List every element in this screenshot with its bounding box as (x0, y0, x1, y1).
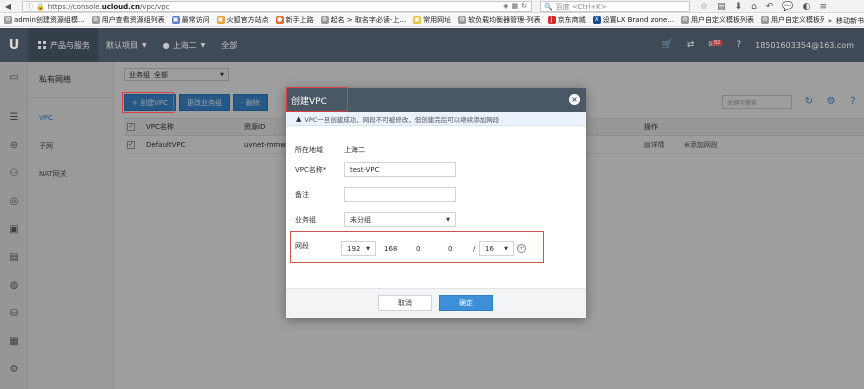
gear-icon: ⚙ (761, 16, 770, 24)
mask-select[interactable]: 16 ▼ (479, 241, 514, 256)
chevron-down-icon: ▼ (366, 245, 370, 252)
back-icon[interactable]: ◀ (3, 1, 13, 11)
bookmark-item[interactable]: J 京东商城 (547, 15, 586, 25)
bookmark-item[interactable]: X 设置LX Brand zone... (592, 15, 674, 25)
cancel-button[interactable]: 取消 (378, 295, 432, 311)
ip-octet3[interactable]: 0 (416, 245, 420, 253)
qr-icon[interactable]: ▦ (512, 2, 519, 10)
browser-search-input[interactable]: 🔍 百度 <Ctrl+K> (540, 1, 690, 12)
mask-separator: / (473, 245, 476, 253)
header-shade (0, 28, 864, 62)
bookmark-item[interactable]: ⚙ 起名 > 取名字必读-上... (320, 15, 406, 25)
info-icon[interactable]: ⓘ (26, 2, 33, 12)
chevron-right-icon: » (827, 16, 832, 25)
remark-row: 备注 (295, 187, 575, 202)
download-icon[interactable]: ⬇ (735, 2, 743, 12)
bookmark-item[interactable]: ⚙ 用户查看资源组列表 (91, 15, 165, 25)
business-group-select[interactable]: 未分组 ▼ (344, 212, 456, 227)
name-row: VPC名称* test-VPC (295, 162, 575, 177)
segment-row: 网段 (295, 242, 309, 250)
create-vpc-dialog: 创建VPC × ▲ VPC一旦创建成功，网段不可被修改，但创建完后可以继续添加网… (286, 88, 586, 318)
annotation-box-title (286, 87, 348, 112)
home-icon[interactable]: ⌂ (751, 2, 757, 12)
gear-icon: ⚙ (681, 16, 690, 24)
browser-toolbar: ◀ ⓘ 🔒 https://console.ucloud.cn/vpc/vpc … (0, 0, 864, 13)
dialog-footer: 取消 确定 (286, 288, 586, 318)
reload-icon[interactable]: ↻ (521, 2, 527, 10)
bookmark-item[interactable]: ▣ 火狐官方站点 (216, 15, 269, 25)
bookmark-item[interactable]: ▣ 最常访问 (171, 15, 210, 25)
bookmark-item[interactable]: ⚙ 软负载均衡器管理-列表 (458, 15, 541, 25)
star-icon[interactable]: ☆ (700, 2, 708, 12)
firefox-icon: ● (275, 16, 284, 24)
group-row: 业务组 未分组 ▼ (295, 212, 575, 227)
gear-icon: ⚙ (320, 16, 329, 24)
url-bar[interactable]: ⓘ 🔒 https://console.ucloud.cn/vpc/vpc ◈ … (22, 1, 532, 12)
url-text: https://console.ucloud.cn/vpc/vpc (47, 2, 170, 11)
ip-octet1-select[interactable]: 192 ▼ (341, 241, 376, 256)
folder-icon: ▣ (171, 16, 180, 24)
menu-icon[interactable]: ≡ (819, 2, 827, 12)
clipboard-icon[interactable]: ▤ (717, 2, 726, 12)
gear-icon: ⚙ (4, 16, 12, 24)
folder-icon: ▣ (216, 16, 225, 24)
bookmark-item[interactable]: ● 新手上路 (275, 15, 314, 25)
bookmark-item[interactable]: ⚙ admin创建资源组模... (4, 15, 85, 25)
confirm-button[interactable]: 确定 (439, 295, 493, 311)
region-value: 上海二 (344, 146, 365, 154)
warning-icon: ▲ (296, 114, 302, 123)
dialog-notice: ▲ VPC一旦创建成功，网段不可被修改，但创建完后可以继续添加网段 (286, 112, 586, 126)
bookmarks-bar: ⚙ admin创建资源组模... ⚙ 用户查看资源组列表 ▣ 最常访问 ▣ 火狐官方站点… (0, 14, 864, 27)
folder-icon: ▣ (413, 16, 422, 24)
annotation-box-create (122, 92, 174, 113)
search-icon: 🔍 (544, 2, 553, 11)
bookmark-item[interactable]: ⚙ 用户自定义模板列表 (681, 15, 754, 25)
ip-octet2[interactable]: 168 (384, 245, 397, 253)
chevron-down-icon: ▼ (504, 245, 508, 252)
close-icon[interactable]: × (569, 94, 580, 105)
lock-icon: 🔒 (36, 2, 45, 11)
vpc-name-input[interactable]: test-VPC (344, 162, 456, 177)
add-segment-icon[interactable]: + (517, 244, 526, 253)
chevron-down-icon: ▼ (446, 216, 450, 223)
undo-icon[interactable]: ↶ (766, 2, 774, 12)
extension-icon[interactable]: ◐ (803, 2, 811, 12)
region-row: 所在地域 上海二 (295, 146, 365, 154)
chat-icon[interactable]: 💬 (782, 2, 793, 12)
shield-icon[interactable]: ◈ (503, 2, 508, 10)
x-icon: X (592, 16, 601, 24)
sidebar-shade (0, 62, 114, 389)
jd-icon: J (547, 16, 556, 24)
ip-octet4[interactable]: 0 (448, 245, 452, 253)
gear-icon: ⚙ (91, 16, 100, 24)
bookmark-item[interactable]: ▣ 常用网址 (413, 15, 451, 25)
gear-icon: ⚙ (458, 16, 467, 24)
bookmarks-more[interactable]: » 移动新书 (823, 14, 864, 26)
remark-input[interactable] (344, 187, 456, 202)
